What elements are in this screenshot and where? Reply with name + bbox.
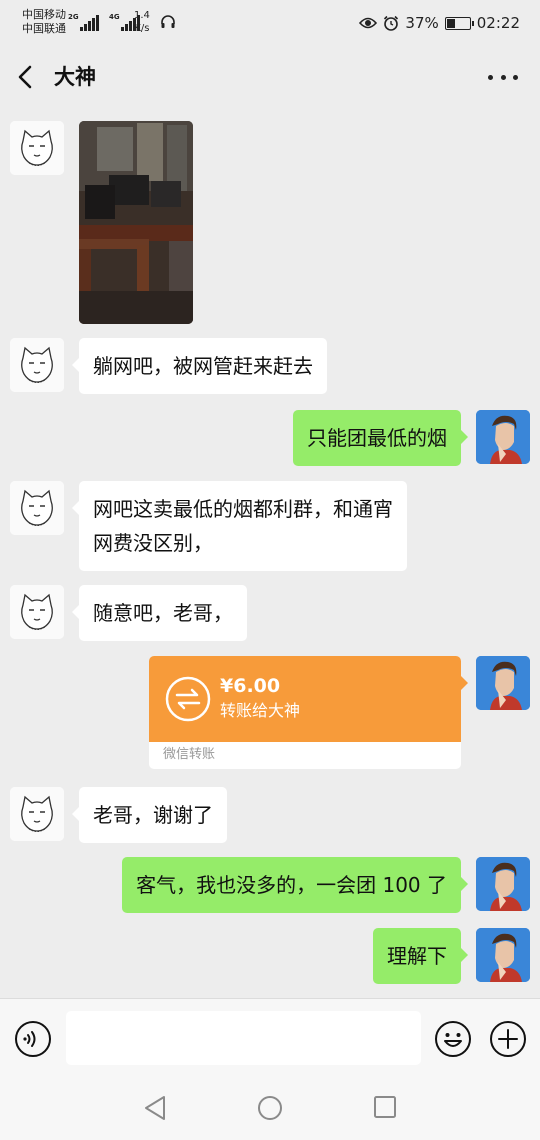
- chevron-left-icon[interactable]: [14, 62, 40, 92]
- message-row: 理解下: [0, 928, 540, 984]
- signal-icon: 2G 4G: [68, 11, 140, 31]
- transfer-amount: ¥6.00: [220, 675, 281, 697]
- message-bubble-other[interactable]: 老哥，谢谢了: [72, 787, 227, 843]
- message-text: 躺网吧，被网管赶来赶去: [93, 354, 313, 378]
- avatar-other[interactable]: [10, 481, 64, 535]
- signal-bars-1: 2G: [68, 13, 99, 31]
- transfer-footer: 微信转账: [163, 747, 216, 762]
- transfer-icon: [165, 676, 211, 722]
- man-avatar-icon: [476, 928, 530, 982]
- chat-header: 大神: [0, 46, 540, 108]
- network-speed: 1.4 K/s: [134, 9, 150, 35]
- battery-icon: [444, 16, 474, 30]
- message-text-line: 网吧这卖最低的烟都利群，和通宵: [93, 497, 393, 521]
- message-bubble-other[interactable]: 躺网吧，被网管赶来赶去: [72, 338, 327, 394]
- plus-icon[interactable]: [489, 1020, 527, 1058]
- message-text: 随意吧，老哥，: [93, 601, 233, 625]
- more-icon[interactable]: [488, 62, 518, 92]
- message-bubble-self[interactable]: 客气，我也没多的，一会团 100 了: [122, 857, 468, 913]
- message-bubble-other[interactable]: 随意吧，老哥，: [72, 585, 247, 641]
- message-row: 只能团最低的烟: [0, 410, 540, 466]
- message-text-line: 网费没区别，: [93, 531, 213, 555]
- message-row: 网吧这卖最低的烟都利群，和通宵 网费没区别，: [0, 481, 540, 571]
- cat-avatar-icon: [10, 121, 64, 175]
- emoji-icon[interactable]: [434, 1020, 472, 1058]
- nav-home-icon[interactable]: [257, 1095, 283, 1121]
- input-bar: [0, 998, 540, 1078]
- status-right: 37% 02:22: [359, 12, 520, 34]
- message-text: 只能团最低的烟: [307, 426, 447, 450]
- carrier-labels: 中国移动 中国联通: [22, 8, 66, 36]
- nav-back-icon[interactable]: [142, 1094, 168, 1122]
- carrier-1: 中国移动: [22, 8, 66, 21]
- avatar-self[interactable]: [476, 656, 530, 710]
- headset-icon: [161, 15, 175, 28]
- message-input[interactable]: [66, 1011, 421, 1065]
- cat-avatar-icon: [10, 585, 64, 639]
- clock: 02:22: [476, 14, 520, 32]
- network-type-1: 2G: [68, 13, 79, 21]
- man-avatar-icon: [476, 857, 530, 911]
- message-row: 躺网吧，被网管赶来赶去: [0, 338, 540, 394]
- transfer-card[interactable]: ¥6.00 转账给大神 微信转账: [149, 656, 461, 769]
- battery-percent: 37%: [405, 14, 439, 32]
- message-row: [0, 121, 540, 326]
- message-text: 老哥，谢谢了: [93, 803, 213, 827]
- avatar-other[interactable]: [10, 121, 64, 175]
- cat-avatar-icon: [10, 338, 64, 392]
- message-text: 理解下: [387, 944, 447, 968]
- message-list[interactable]: 躺网吧，被网管赶来赶去 只能团最低的烟 网吧这卖最低的烟都利群，和通宵 网费没区…: [0, 108, 540, 998]
- transfer-card-tail: [461, 676, 468, 690]
- message-row: 老哥，谢谢了: [0, 787, 540, 843]
- network-type-2: 4G: [109, 13, 120, 21]
- status-bar: 中国移动 中国联通 2G 4G 1.4 K/s 37% 02:22: [0, 0, 540, 46]
- message-row: 随意吧，老哥，: [0, 585, 540, 641]
- cat-avatar-icon: [10, 787, 64, 841]
- internet-cafe-photo: [79, 121, 193, 324]
- message-bubble-self[interactable]: 理解下: [373, 928, 468, 984]
- avatar-self[interactable]: [476, 857, 530, 911]
- message-text: 客气，我也没多的，一会团 100 了: [136, 873, 447, 897]
- message-bubble-other[interactable]: 网吧这卖最低的烟都利群，和通宵 网费没区别，: [72, 481, 407, 571]
- avatar-self[interactable]: [476, 928, 530, 982]
- avatar-other[interactable]: [10, 338, 64, 392]
- eye-icon: [359, 17, 378, 29]
- message-row: 客气，我也没多的，一会团 100 了: [0, 857, 540, 913]
- message-row: ¥6.00 转账给大神 微信转账: [0, 656, 540, 770]
- transfer-description: 转账给大神: [220, 701, 301, 720]
- voice-icon[interactable]: [14, 1020, 52, 1058]
- avatar-self[interactable]: [476, 410, 530, 464]
- nav-recent-apps-icon[interactable]: [373, 1095, 397, 1119]
- photo-message[interactable]: [79, 121, 193, 324]
- message-bubble-self[interactable]: 只能团最低的烟: [293, 410, 468, 466]
- avatar-other[interactable]: [10, 787, 64, 841]
- speed-value: 1.4: [134, 10, 150, 21]
- chat-title: 大神: [54, 65, 96, 89]
- man-avatar-icon: [476, 410, 530, 464]
- carrier-2: 中国联通: [22, 22, 66, 35]
- speed-unit: K/s: [134, 23, 150, 34]
- avatar-other[interactable]: [10, 585, 64, 639]
- battery-fill: [446, 18, 455, 28]
- man-avatar-icon: [476, 656, 530, 710]
- system-nav-bar: [0, 1078, 540, 1140]
- alarm-icon: [384, 15, 399, 31]
- cat-avatar-icon: [10, 481, 64, 535]
